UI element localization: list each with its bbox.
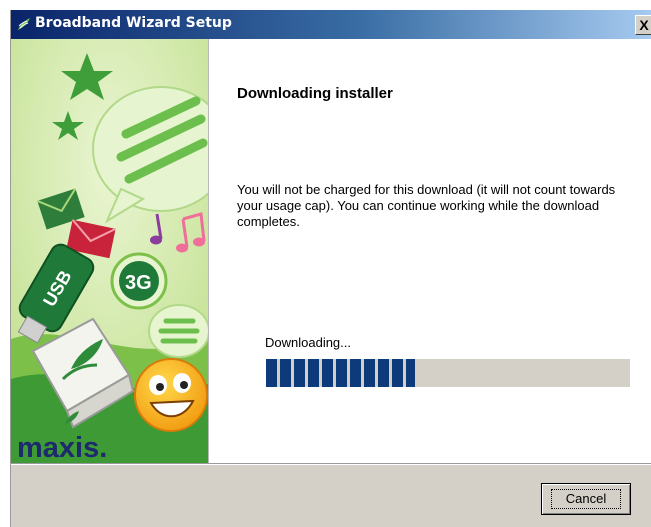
wizard-banner-image: USB 3G maxis. <box>11 39 209 463</box>
banner-illustration: USB 3G maxis. <box>11 39 208 463</box>
download-description: You will not be charged for this downloa… <box>237 182 616 229</box>
svg-text:maxis.: maxis. <box>17 432 107 463</box>
wizard-footer: Cancel <box>11 465 651 527</box>
maxis-logo-icon <box>18 18 30 30</box>
page-heading: Downloading installer <box>237 85 393 102</box>
title-bar[interactable]: Broadband Wizard Setup X <box>11 10 651 39</box>
smiley-icon <box>134 358 208 432</box>
3g-badge-icon: 3G <box>110 252 168 310</box>
progress-fill <box>266 359 416 387</box>
download-progress-bar <box>266 359 630 387</box>
cancel-button[interactable]: Cancel <box>541 483 631 515</box>
chat-bubble-icon <box>148 304 208 358</box>
close-button[interactable]: X <box>635 15 651 35</box>
wizard-content-panel: Downloading installer You will not be ch… <box>209 39 651 463</box>
progress-label: Downloading... <box>265 335 351 350</box>
cancel-button-label: Cancel <box>550 489 622 509</box>
setup-wizard-window: Broadband Wizard Setup X USB 3G maxis. D… <box>10 10 651 527</box>
window-title: Broadband Wizard Setup <box>35 15 232 31</box>
svg-text:3G: 3G <box>125 272 152 294</box>
